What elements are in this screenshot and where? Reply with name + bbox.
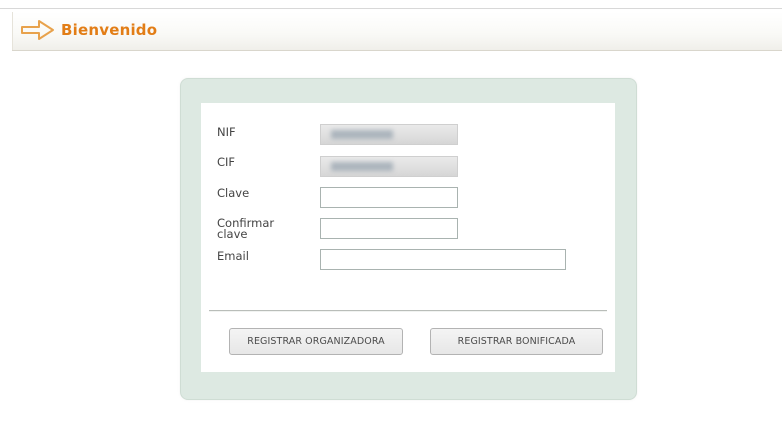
header-edge (12, 12, 13, 50)
confirm-clave-field[interactable] (320, 218, 458, 239)
nif-field (320, 124, 458, 145)
clave-label: Clave (217, 186, 250, 200)
registration-card: NIF CIF Clave Confirmar clave Email REGI… (180, 78, 637, 400)
page: Bienvenido NIF CIF Clave Confirmar clave… (0, 0, 782, 422)
email-label: Email (217, 249, 249, 263)
cif-field (320, 156, 458, 177)
clave-field[interactable] (320, 187, 458, 208)
cif-label: CIF (217, 155, 236, 169)
header-bar: Bienvenido (12, 12, 782, 51)
page-title: Bienvenido (61, 21, 158, 39)
confirm-clave-label: Confirmar clave (217, 216, 275, 241)
form-divider-highlight (209, 311, 607, 312)
nif-value-redacted (331, 130, 393, 139)
nif-label: NIF (217, 125, 236, 139)
cif-value-redacted (331, 162, 393, 171)
email-field[interactable] (320, 249, 566, 270)
arrow-right-icon (21, 20, 54, 40)
register-organizadora-button[interactable]: REGISTRAR ORGANIZADORA (229, 328, 403, 355)
register-bonificada-button[interactable]: REGISTRAR BONIFICADA (430, 328, 603, 355)
registration-form: NIF CIF Clave Confirmar clave Email REGI… (201, 103, 615, 372)
top-divider (0, 8, 782, 9)
